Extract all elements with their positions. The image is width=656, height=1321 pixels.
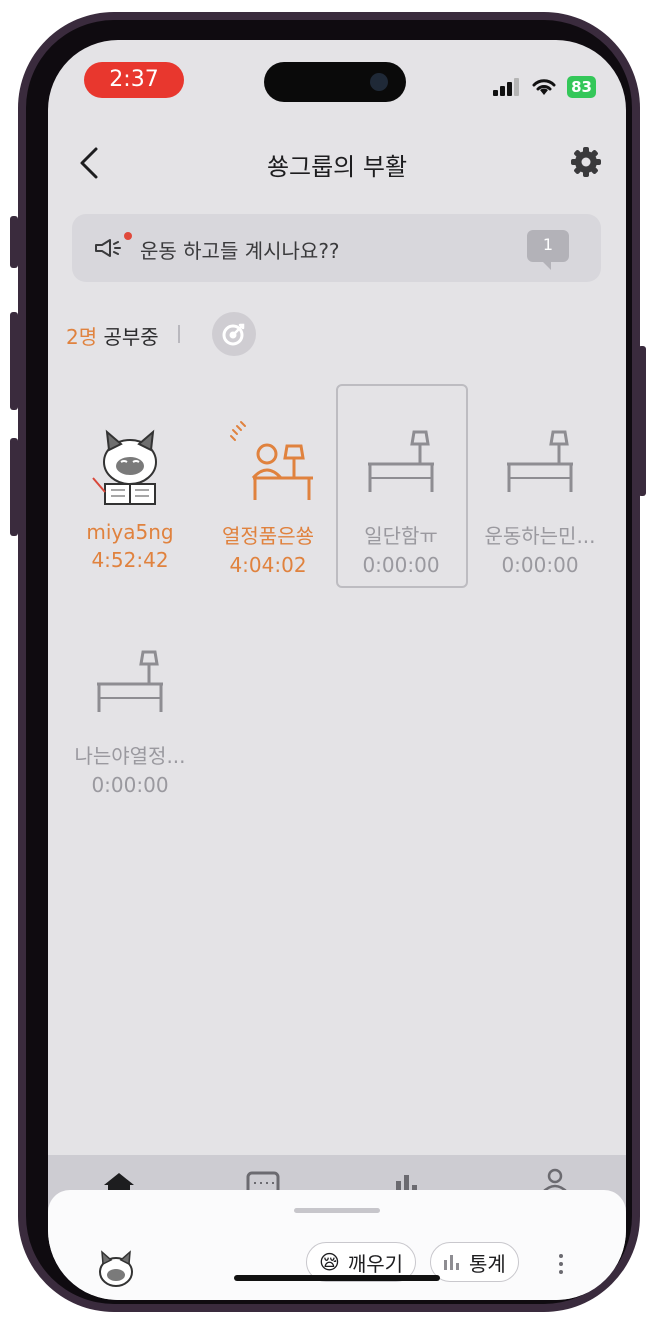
empty-desk-avatar xyxy=(368,430,434,492)
member-timer: 0:00:00 xyxy=(91,773,169,797)
notice-banner[interactable]: 운동 하고들 계시나요?? 1 xyxy=(72,214,601,282)
unread-dot xyxy=(124,232,132,240)
dynamic-island xyxy=(264,62,406,102)
member-timer: 0:00:00 xyxy=(501,553,579,577)
status-icons: 83 xyxy=(493,76,596,98)
member-timer: 0:00:00 xyxy=(362,553,440,577)
cellular-signal-icon xyxy=(493,78,520,96)
settings-button[interactable] xyxy=(570,146,602,182)
page-title: 쑝그룹의 부활 xyxy=(266,153,408,181)
divider xyxy=(178,325,180,343)
home-indicator[interactable] xyxy=(234,1275,440,1281)
notice-text: 운동 하고들 계시나요?? xyxy=(140,239,340,263)
cat-reading-avatar xyxy=(92,429,157,505)
focus-target-button[interactable] xyxy=(212,312,256,356)
comment-count-badge[interactable]: 1 xyxy=(527,230,569,270)
my-avatar[interactable] xyxy=(92,1246,140,1294)
megaphone-icon xyxy=(95,239,121,257)
stats-button[interactable]: 통계 xyxy=(430,1242,519,1282)
bottom-sheet: 😪 깨우기 통계 xyxy=(48,1190,626,1300)
volume-up-button xyxy=(10,312,18,410)
volume-down-button xyxy=(10,438,18,536)
sleepy-face-icon: 😪 xyxy=(319,1250,340,1274)
member-name: miya5ng xyxy=(86,520,174,544)
member-card[interactable]: miya5ng 4:52:42 xyxy=(65,420,195,572)
member-name: 일단함ㅠ xyxy=(364,524,438,548)
member-card[interactable]: 나는야열정... 0:00:00 xyxy=(65,640,195,797)
status-time: 2:37 xyxy=(84,62,184,98)
person-at-desk-avatar xyxy=(230,421,313,500)
studying-count-number: 2명 xyxy=(66,325,98,349)
more-vertical-icon[interactable] xyxy=(556,1252,566,1276)
wifi-icon xyxy=(532,79,556,95)
screen: 2:37 83 쑝그룹의 부활 운동 하고들 계시나요?? 1 2명 공부중 m… xyxy=(48,40,626,1300)
empty-desk-avatar xyxy=(507,430,573,492)
empty-desk-avatar xyxy=(97,650,163,712)
member-name: 열정품은쑝 xyxy=(222,524,314,548)
power-button xyxy=(638,346,646,496)
sheet-grabber[interactable] xyxy=(294,1208,380,1213)
target-icon xyxy=(222,323,245,346)
member-timer: 4:52:42 xyxy=(91,548,169,572)
battery-indicator: 83 xyxy=(567,76,596,98)
stats-label: 통계 xyxy=(469,1251,506,1276)
camera-icon xyxy=(370,73,388,91)
member-name: 운동하는민... xyxy=(484,524,596,548)
studying-label: 공부중 xyxy=(103,325,159,349)
member-card[interactable]: 운동하는민... 0:00:00 xyxy=(475,420,605,577)
studying-count: 2명 공부중 xyxy=(66,321,159,350)
wake-label: 깨우기 xyxy=(347,1251,404,1276)
mute-switch xyxy=(10,216,18,268)
member-card[interactable]: 일단함ㅠ 0:00:00 xyxy=(336,420,466,577)
member-card[interactable]: 열정품은쑝 4:04:02 xyxy=(203,420,333,577)
member-timer: 4:04:02 xyxy=(229,553,307,577)
bar-chart-icon xyxy=(444,1255,459,1270)
member-name: 나는야열정... xyxy=(74,744,186,768)
gear-icon xyxy=(571,147,601,177)
